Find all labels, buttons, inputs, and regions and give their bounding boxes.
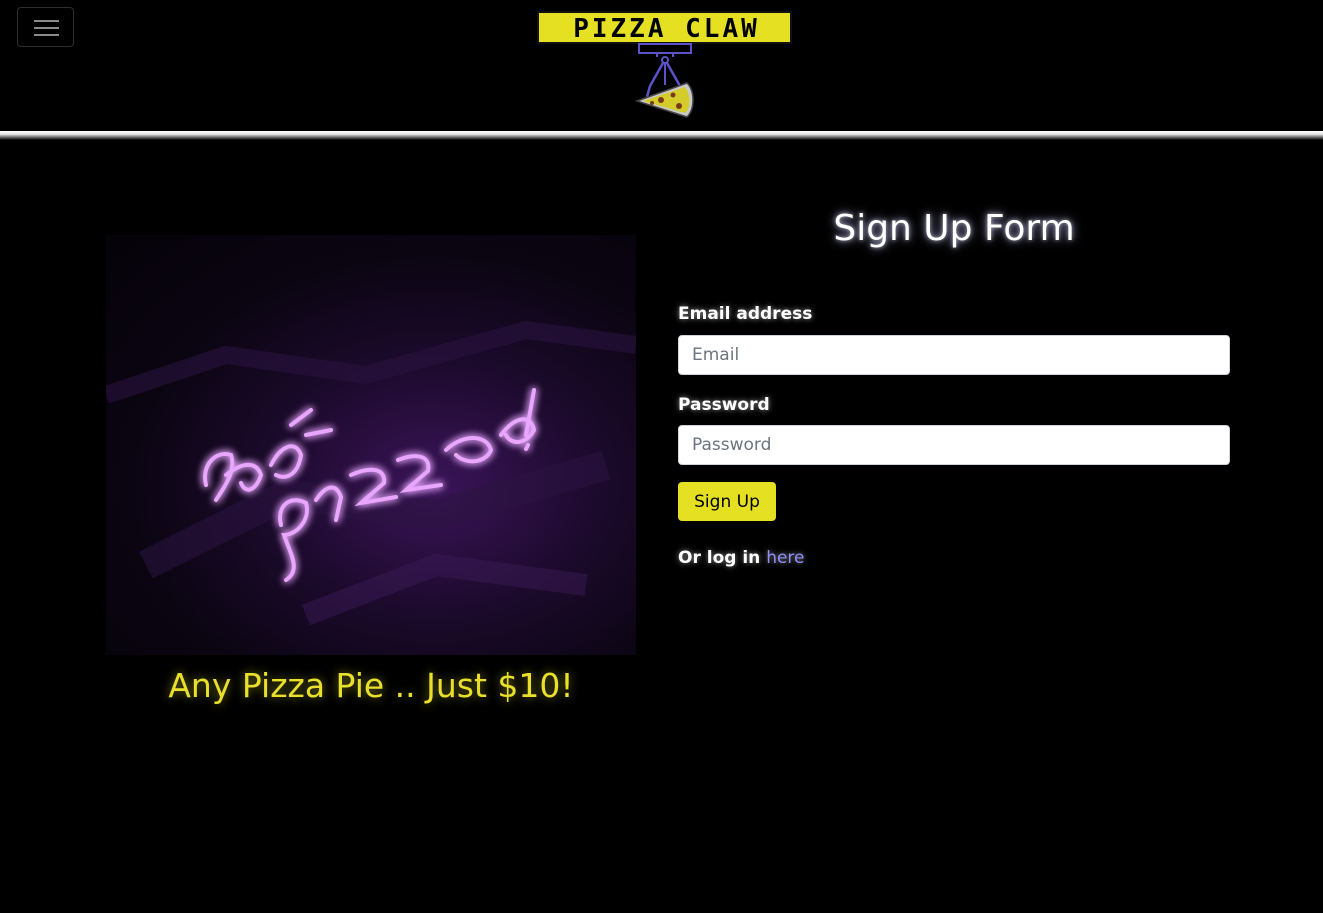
password-label: Password xyxy=(678,395,770,415)
header-divider xyxy=(0,131,1323,140)
email-input[interactable] xyxy=(678,335,1230,375)
password-input[interactable] xyxy=(678,425,1230,465)
navbar: PIZZA CLAW xyxy=(0,0,1323,132)
login-prompt-text: Or log in xyxy=(678,548,761,568)
promo-caption: Any Pizza Pie .. Just $10! xyxy=(168,666,574,705)
login-link[interactable]: here xyxy=(766,548,804,568)
navbar-toggle-button[interactable] xyxy=(17,7,74,47)
signup-button[interactable]: Sign Up xyxy=(678,482,776,521)
signup-form-title: Sign Up Form xyxy=(833,208,1075,249)
neon-sign-artwork xyxy=(106,320,636,626)
brand-logo[interactable]: PIZZA CLAW xyxy=(537,11,793,121)
email-label: Email address xyxy=(678,304,813,324)
neon-hot-pizza-sign-image xyxy=(106,235,636,655)
login-prompt: Or log in here xyxy=(678,547,805,569)
claw-grabbing-pizza-icon xyxy=(634,43,694,118)
